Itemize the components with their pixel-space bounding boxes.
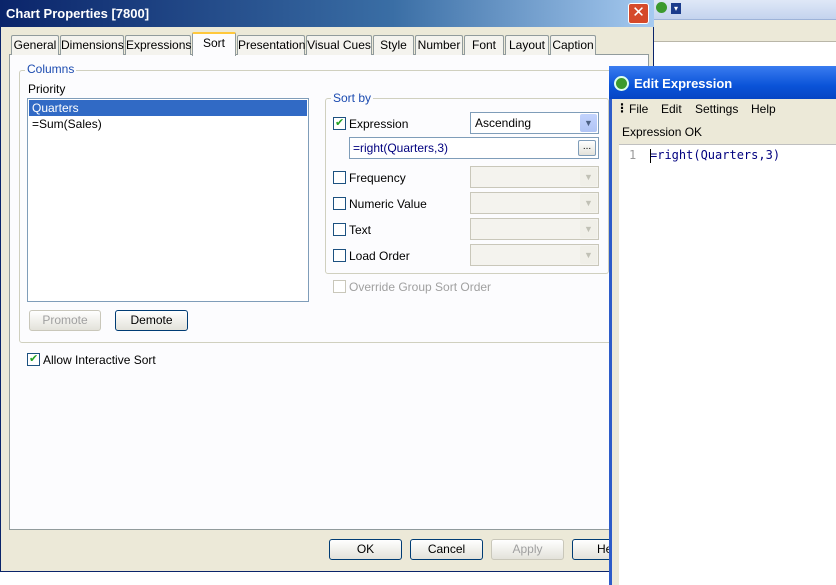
tab-general[interactable]: General: [11, 35, 59, 55]
load-order-checkbox[interactable]: [333, 249, 346, 262]
tab-label: Sort: [202, 36, 225, 50]
frequency-order-select[interactable]: ▼: [470, 166, 599, 188]
ok-button[interactable]: OK: [329, 539, 402, 560]
chevron-down-icon[interactable]: ▼: [580, 114, 597, 132]
text-label: Text: [349, 223, 372, 237]
tab-visual-cues[interactable]: Visual Cues: [306, 35, 372, 55]
menu-file[interactable]: File: [629, 102, 648, 116]
tab-number[interactable]: Number: [415, 35, 463, 55]
cancel-button[interactable]: Cancel: [410, 539, 483, 560]
tab-font[interactable]: Font: [464, 35, 504, 55]
text-checkbox[interactable]: [333, 223, 346, 236]
menu-edit[interactable]: Edit: [661, 102, 682, 116]
load-order-select[interactable]: ▼: [470, 244, 599, 266]
tab-label: Dimensions: [61, 38, 124, 52]
tab-layout[interactable]: Layout: [505, 35, 549, 55]
expression-label: Expression: [349, 117, 409, 131]
line-number: 1: [629, 148, 637, 162]
dropdown-icon[interactable]: ▾: [671, 3, 681, 14]
tab-label: Visual Cues: [307, 38, 371, 52]
edit-expression-button[interactable]: ...: [578, 140, 596, 156]
chevron-down-icon: ▼: [580, 220, 597, 238]
tab-sort[interactable]: Sort: [192, 32, 236, 56]
promote-button[interactable]: Promote: [29, 310, 101, 331]
allow-interactive-sort-checkbox[interactable]: [27, 352, 40, 366]
tab-label: Style: [380, 38, 407, 52]
tab-presentation[interactable]: Presentation: [237, 35, 305, 55]
tab-label: Expressions: [126, 38, 192, 52]
sort-by-legend: Sort by: [331, 91, 374, 105]
tab-style[interactable]: Style: [373, 35, 414, 55]
tab-label: General: [13, 38, 57, 52]
background-app-bar: [652, 20, 836, 42]
text-order-select[interactable]: ▼: [470, 218, 599, 240]
close-button[interactable]: ✕: [628, 3, 649, 24]
frequency-label: Frequency: [349, 171, 406, 185]
numeric-value-checkbox[interactable]: [333, 197, 346, 210]
demote-button[interactable]: Demote: [115, 310, 188, 331]
expression-editor[interactable]: [619, 144, 836, 585]
tab-caption[interactable]: Caption: [550, 35, 596, 55]
list-item[interactable]: =Sum(Sales): [29, 116, 307, 132]
priority-label: Priority: [28, 82, 66, 96]
background-app-toolbar: ▾: [652, 0, 836, 20]
load-order-label: Load Order: [349, 249, 410, 263]
qlikview-logo-icon: [614, 76, 629, 91]
text-caret: [650, 149, 651, 163]
expression-status: Expression OK: [622, 125, 703, 139]
frequency-checkbox[interactable]: [333, 171, 346, 184]
chevron-down-icon: ▼: [580, 246, 597, 264]
list-item[interactable]: Quarters: [29, 100, 307, 116]
dialog-title: Chart Properties [7800]: [6, 6, 150, 21]
tab-label: Number: [417, 38, 461, 52]
background-app-area: [652, 42, 836, 66]
expression-checkbox[interactable]: [333, 116, 346, 130]
menu-settings[interactable]: Settings: [695, 102, 738, 116]
tab-label: Layout: [508, 38, 546, 52]
override-group-sort-label: Override Group Sort Order: [349, 280, 492, 294]
tab-label: Font: [471, 38, 496, 52]
globe-icon[interactable]: [656, 2, 667, 13]
tab-dimensions[interactable]: Dimensions: [60, 35, 124, 55]
tab-label: Presentation: [238, 38, 306, 52]
sort-order-value: Ascending: [475, 116, 532, 130]
numeric-value-label: Numeric Value: [349, 197, 427, 211]
edit-expression-title: Edit Expression: [634, 76, 733, 91]
tab-label: Caption: [552, 38, 594, 52]
priority-list[interactable]: Quarters =Sum(Sales): [27, 98, 309, 302]
expression-code[interactable]: =right(Quarters,3): [650, 148, 780, 162]
menu-grip-icon: ⋮: [616, 101, 628, 115]
chevron-down-icon: ▼: [580, 168, 597, 186]
sort-expression-value: =right(Quarters,3): [353, 141, 449, 155]
menu-help[interactable]: Help: [751, 102, 776, 116]
chevron-down-icon: ▼: [580, 194, 597, 212]
tab-expressions[interactable]: Expressions: [125, 35, 191, 55]
allow-interactive-sort-label: Allow Interactive Sort: [43, 353, 156, 367]
numeric-value-order-select[interactable]: ▼: [470, 192, 599, 214]
close-icon: ✕: [632, 4, 645, 21]
columns-legend: Columns: [25, 62, 77, 76]
sort-order-select[interactable]: Ascending ▼: [470, 112, 599, 134]
apply-button[interactable]: Apply: [491, 539, 564, 560]
override-group-sort-checkbox[interactable]: [333, 280, 346, 293]
sort-expression-input[interactable]: =right(Quarters,3): [349, 137, 599, 159]
